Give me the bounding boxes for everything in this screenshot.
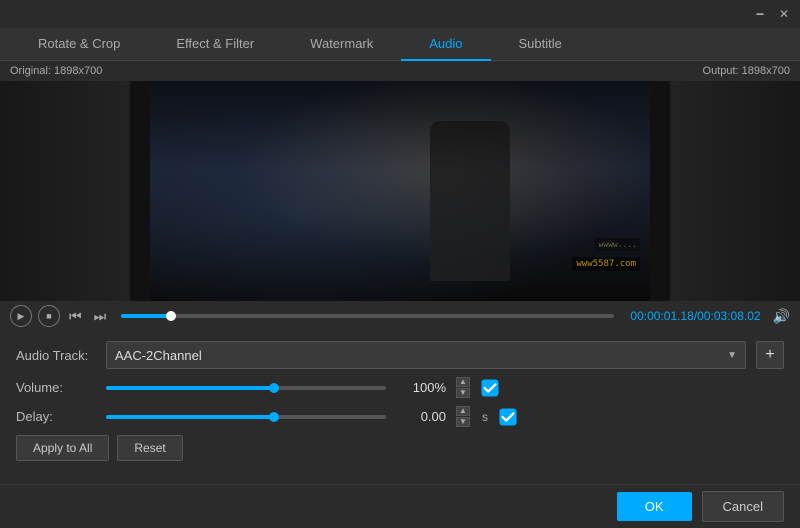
delay-row: Delay: 0.00 ▲ ▼ s: [16, 406, 784, 427]
delay-check-icon[interactable]: [498, 407, 518, 427]
output-label: Output: 1898x700: [703, 65, 790, 77]
delay-up-button[interactable]: ▲: [456, 406, 470, 416]
action-buttons: Apply to All Reset: [16, 435, 784, 461]
minimize-button[interactable]: 🗕: [752, 6, 768, 22]
tab-effect[interactable]: Effect & Filter: [148, 28, 282, 61]
time-display: 00:00:01.18/00:03:08.02: [630, 309, 760, 323]
video-preview: www5587.com wwww....: [0, 81, 800, 301]
close-button[interactable]: ✕: [776, 6, 792, 22]
volume-spinner: ▲ ▼: [456, 377, 470, 398]
next-button[interactable]: ⏭: [91, 306, 110, 327]
delay-down-button[interactable]: ▼: [456, 417, 470, 427]
volume-row: Volume: 100% ▲ ▼: [16, 377, 784, 398]
tab-watermark[interactable]: Watermark: [282, 28, 401, 61]
volume-up-button[interactable]: ▲: [456, 377, 470, 387]
volume-check-icon[interactable]: [480, 378, 500, 398]
add-track-button[interactable]: +: [756, 341, 784, 369]
title-bar: 🗕 ✕: [0, 0, 800, 28]
audio-track-label: Audio Track:: [16, 348, 96, 363]
audio-track-value: AAC-2Channel: [115, 348, 202, 363]
delay-slider[interactable]: [106, 415, 386, 419]
playback-controls: ▶ ■ ⏮ ⏭ 00:00:01.18/00:03:08.02 🔊: [0, 301, 800, 331]
stop-button[interactable]: ■: [38, 305, 60, 327]
audio-track-select[interactable]: AAC-2Channel ▼: [106, 341, 746, 369]
volume-down-button[interactable]: ▼: [456, 388, 470, 398]
reset-button[interactable]: Reset: [117, 435, 182, 461]
footer: OK Cancel: [0, 484, 800, 528]
prev-button[interactable]: ⏮: [66, 306, 85, 327]
watermark2-text: wwww....: [595, 238, 640, 251]
volume-value: 100%: [396, 380, 446, 395]
play-button[interactable]: ▶: [10, 305, 32, 327]
apply-all-button[interactable]: Apply to All: [16, 435, 109, 461]
tab-audio[interactable]: Audio: [401, 28, 490, 61]
tab-subtitle[interactable]: Subtitle: [491, 28, 590, 61]
delay-unit: s: [482, 410, 488, 424]
volume-label: Volume:: [16, 380, 96, 395]
delay-label: Delay:: [16, 409, 96, 424]
progress-bar[interactable]: [121, 314, 614, 318]
video-labels: Original: 1898x700 Output: 1898x700: [0, 61, 800, 81]
audio-controls: Audio Track: AAC-2Channel ▼ + Volume: 10…: [0, 331, 800, 471]
volume-slider[interactable]: [106, 386, 386, 390]
volume-icon[interactable]: 🔊: [773, 308, 790, 325]
watermark-text: www5587.com: [572, 257, 640, 271]
tab-bar: Rotate & Crop Effect & Filter Watermark …: [0, 28, 800, 61]
delay-value: 0.00: [396, 409, 446, 424]
tab-rotate[interactable]: Rotate & Crop: [10, 28, 148, 61]
chevron-down-icon: ▼: [727, 350, 737, 361]
cancel-button[interactable]: Cancel: [702, 491, 784, 522]
original-label: Original: 1898x700: [10, 65, 102, 77]
ok-button[interactable]: OK: [617, 492, 692, 521]
audio-track-row: Audio Track: AAC-2Channel ▼ +: [16, 341, 784, 369]
delay-spinner: ▲ ▼: [456, 406, 470, 427]
